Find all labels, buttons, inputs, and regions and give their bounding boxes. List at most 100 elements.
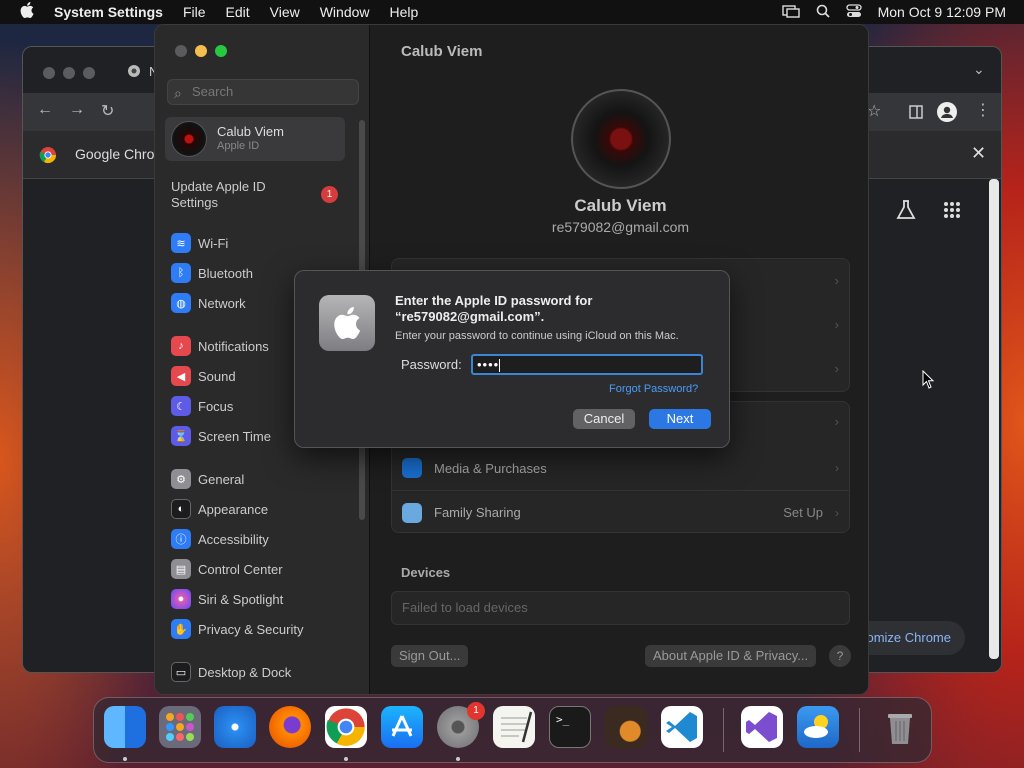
sidebar-item-label: Screen Time: [198, 428, 271, 444]
reload-icon[interactable]: ↻: [101, 101, 114, 121]
sidebar-item-label: Wi-Fi: [198, 235, 229, 251]
sidebar-item-wifi[interactable]: ≋ Wi-Fi: [171, 232, 228, 254]
mouse-cursor-icon: [922, 369, 936, 393]
file-menu[interactable]: File: [183, 4, 206, 20]
chrome-scrollbar[interactable]: [989, 179, 999, 659]
sidebar-item-accessibility[interactable]: ⓘ Accessibility: [171, 528, 269, 550]
sign-out-button[interactable]: Sign Out...: [391, 645, 469, 667]
sidebar-item-label: Bluetooth: [198, 265, 253, 281]
dock-app-store-icon[interactable]: [381, 706, 423, 748]
chrome-tab-favicon-icon: [127, 64, 141, 81]
apple-menu-icon[interactable]: [20, 2, 34, 22]
sidebar-item-sound[interactable]: ◀ Sound: [171, 365, 236, 387]
dock-trash-icon[interactable]: [879, 706, 921, 748]
control-center-icon: ▤: [171, 559, 191, 579]
bluetooth-icon: ᛒ: [171, 263, 191, 283]
sidebar-item-appearance[interactable]: ◐ Appearance: [171, 498, 268, 520]
dock-terminal-icon[interactable]: >_: [549, 706, 591, 748]
dock-visual-studio-icon[interactable]: [741, 706, 783, 748]
dock-vscode-icon[interactable]: [661, 706, 703, 748]
profile-avatar-icon[interactable]: [937, 102, 957, 122]
forgot-password-link[interactable]: Forgot Password?: [609, 383, 698, 395]
password-input[interactable]: ••••: [471, 354, 703, 375]
appearance-icon: ◐: [171, 499, 191, 519]
cancel-button[interactable]: Cancel: [573, 409, 635, 429]
control-center-menubar-icon[interactable]: [845, 3, 862, 21]
apple-logo-icon: [319, 295, 375, 351]
settings-close-button[interactable]: [175, 45, 187, 57]
password-dialog: Enter the Apple ID password for “re57908…: [294, 270, 730, 448]
dialog-title: Enter the Apple ID password for “re57908…: [395, 293, 593, 324]
sidebar-item-general[interactable]: ⚙ General: [171, 468, 244, 490]
next-button[interactable]: Next: [649, 409, 711, 429]
side-panel-icon[interactable]: [909, 105, 923, 122]
about-apple-id-privacy-button[interactable]: About Apple ID & Privacy...: [645, 645, 817, 667]
dock-launchpad-icon[interactable]: [159, 706, 201, 748]
sidebar-item-desktop-dock[interactable]: ▭ Desktop & Dock: [171, 661, 291, 683]
settings-search-input[interactable]: ⌕ Search: [167, 79, 359, 105]
chrome-zoom-button[interactable]: [83, 67, 95, 79]
chevron-right-icon: ›: [835, 461, 839, 475]
dialog-subtitle: Enter your password to continue using iC…: [395, 330, 679, 342]
labs-flask-icon[interactable]: [895, 199, 917, 224]
siri-icon: ●: [171, 589, 191, 609]
dock-weather-icon[interactable]: [797, 706, 839, 748]
sidebar-item-siri-spotlight[interactable]: ● Siri & Spotlight: [171, 588, 283, 610]
help-menu[interactable]: Help: [390, 4, 419, 20]
dock-settings-badge: 1: [467, 702, 485, 720]
sidebar-item-label: Network: [198, 295, 246, 311]
screen-mirroring-icon[interactable]: [781, 4, 800, 21]
text-caret: [499, 359, 501, 373]
sidebar-item-focus[interactable]: ☾ Focus: [171, 395, 233, 417]
family-sharing-row[interactable]: Family Sharing Set Up ›: [392, 490, 849, 534]
help-button[interactable]: ?: [829, 645, 851, 667]
password-label: Password:: [401, 357, 462, 372]
view-menu[interactable]: View: [270, 4, 300, 20]
spotlight-search-icon[interactable]: [816, 4, 830, 21]
dock-garageband-icon[interactable]: [605, 706, 647, 748]
sidebar-item-label: Sound: [198, 368, 236, 384]
dock-textedit-icon[interactable]: [493, 706, 535, 748]
sidebar-item-screen-time[interactable]: ⌛ Screen Time: [171, 425, 271, 447]
dock-safari-icon[interactable]: [214, 706, 256, 748]
sidebar-item-control-center[interactable]: ▤ Control Center: [171, 558, 283, 580]
sidebar-item-apple-id[interactable]: Calub Viem Apple ID: [165, 117, 345, 161]
dock-finder-icon[interactable]: [104, 706, 146, 748]
chrome-close-button[interactable]: [43, 67, 55, 79]
back-arrow-icon[interactable]: ←: [37, 101, 53, 119]
forward-arrow-icon[interactable]: →: [69, 101, 85, 119]
bell-icon: ♪: [171, 336, 191, 356]
family-sharing-icon: [402, 502, 422, 523]
media-purchases-row[interactable]: Media & Purchases ›: [392, 446, 849, 490]
sidebar-item-label: Privacy & Security: [198, 621, 304, 637]
settings-zoom-button[interactable]: [215, 45, 227, 57]
sidebar-item-notifications[interactable]: ♪ Notifications: [171, 335, 269, 357]
sidebar-item-bluetooth[interactable]: ᛒ Bluetooth: [171, 262, 253, 284]
dock-firefox-icon[interactable]: [269, 706, 311, 748]
app-name-menu[interactable]: System Settings: [54, 4, 163, 20]
google-apps-grid-icon[interactable]: [943, 201, 961, 222]
clock[interactable]: Mon Oct 9 12:09 PM: [878, 4, 1006, 20]
settings-running-indicator: [456, 757, 460, 761]
chevron-right-icon: ›: [834, 273, 839, 288]
bookmark-star-icon[interactable]: ☆: [867, 101, 881, 121]
finder-running-indicator: [123, 757, 127, 761]
sidebar-item-update-apple-id[interactable]: Update Apple ID Settings: [171, 179, 291, 211]
profile-avatar[interactable]: [571, 89, 671, 189]
window-menu[interactable]: Window: [320, 4, 370, 20]
account-subtitle: Apple ID: [217, 140, 260, 152]
password-mask: ••••: [477, 357, 500, 372]
infobar-close-icon[interactable]: ✕: [971, 143, 986, 164]
dock-chrome-icon[interactable]: [325, 706, 367, 748]
search-icon: ⌕: [174, 85, 182, 101]
sidebar-item-privacy-security[interactable]: ✋ Privacy & Security: [171, 618, 303, 640]
profile-email: re579082@gmail.com: [551, 219, 690, 235]
chrome-infobar-text: Google Chro: [75, 146, 155, 162]
chrome-minimize-button[interactable]: [63, 67, 75, 79]
row-value: Set Up: [783, 505, 823, 520]
edit-menu[interactable]: Edit: [226, 4, 250, 20]
chrome-menu-kebab-icon[interactable]: ⋮: [975, 100, 991, 120]
settings-minimize-button[interactable]: [195, 45, 207, 57]
sidebar-item-network[interactable]: ◍ Network: [171, 292, 246, 314]
chrome-tab-search-chevron-down-icon[interactable]: ⌄: [973, 61, 985, 78]
